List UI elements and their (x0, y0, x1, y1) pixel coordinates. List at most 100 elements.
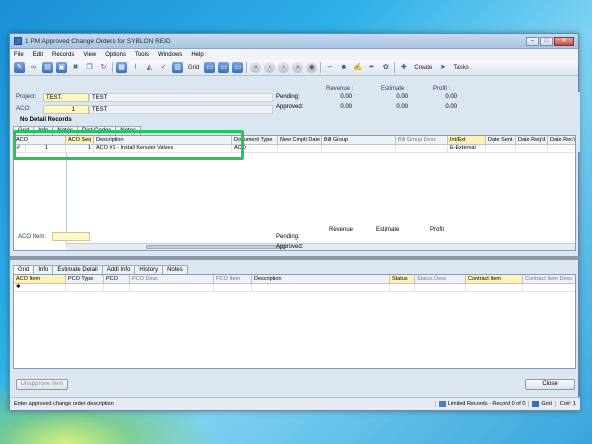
aco-item-input[interactable] (52, 232, 90, 241)
close-button[interactable]: Close (525, 379, 575, 390)
scroll-thumb[interactable] (146, 245, 286, 249)
refresh-icon[interactable]: ↻ (98, 62, 109, 73)
lookup-icon[interactable]: ◉ (306, 62, 318, 73)
new-row-marker[interactable]: ✱ (14, 284, 66, 292)
filter-icon[interactable]: ◭ (144, 62, 155, 73)
col-date-recd[interactable]: Date Rec'd (548, 136, 575, 145)
tasks-icon[interactable]: ➤ (437, 62, 448, 73)
close-window-button[interactable]: ✕ (554, 36, 574, 46)
col-bill-group[interactable]: Bill Group (322, 136, 396, 145)
create-menu[interactable]: Create (412, 65, 434, 71)
new-cell-pco-desc[interactable] (130, 284, 214, 292)
menu-help[interactable]: Help (191, 52, 203, 58)
tab-item-notes[interactable]: Notes (162, 265, 188, 274)
detail-revenue-header: Revenue (329, 227, 354, 233)
tab-addl-info[interactable]: Addl Info (101, 265, 136, 274)
cell-date-reqd[interactable] (516, 145, 548, 153)
cell-new-cmplt-date[interactable] (278, 145, 322, 153)
new-cell-pco-item[interactable] (214, 284, 252, 292)
chain-icon[interactable]: ∽ (324, 62, 335, 73)
sign-icon[interactable]: ✍ (352, 62, 363, 73)
cell-date-sent[interactable] (486, 145, 516, 153)
col-status[interactable]: Status (390, 275, 415, 284)
new-cell-description[interactable] (252, 284, 390, 292)
link-icon[interactable]: ∞ (28, 62, 39, 73)
cell-bill-group-desc[interactable] (396, 145, 448, 153)
tab-item-info[interactable]: Info (33, 265, 54, 274)
new-cell-status-desc[interactable] (415, 284, 466, 292)
col-contract-item[interactable]: Contract Item (466, 275, 523, 284)
attach-icon[interactable]: ⌇ (130, 62, 141, 73)
approved-estimate: 0.00 (396, 104, 408, 110)
layout-two-icon[interactable]: ▭ (218, 62, 230, 73)
cell-int-ext[interactable]: E-External (448, 145, 486, 153)
new-cell-pco-type[interactable] (66, 284, 104, 292)
create-icon[interactable]: ✚ (398, 62, 409, 73)
tasks-menu[interactable]: Tasks (451, 65, 470, 71)
copy-icon[interactable]: ❐ (84, 62, 95, 73)
menu-windows[interactable]: Windows (158, 52, 182, 58)
tab-estimate-detail[interactable]: Estimate Detail (52, 265, 103, 274)
col-bill-group-desc[interactable]: Bill Group Desc (396, 136, 448, 145)
users-icon[interactable]: ☻ (338, 62, 349, 73)
cell-bill-group[interactable] (322, 145, 396, 153)
settings-icon[interactable]: ✿ (380, 62, 391, 73)
layout-three-icon[interactable]: ▭ (232, 62, 244, 73)
cell-date-recd[interactable] (548, 145, 575, 153)
menu-records[interactable]: Records (52, 52, 74, 58)
new-cell-pco[interactable] (104, 284, 130, 292)
prev-record-icon[interactable]: ‹ (264, 62, 276, 73)
menu-file[interactable]: File (14, 52, 24, 58)
pen-icon[interactable]: ✒ (366, 62, 377, 73)
col-item-description[interactable]: Description (252, 275, 390, 284)
col-pco[interactable]: PCO (104, 275, 130, 284)
project-description: TEST (89, 93, 273, 102)
menu-options[interactable]: Options (105, 52, 126, 58)
new-cell-contract-item[interactable] (466, 284, 523, 292)
new-cell-status[interactable] (390, 284, 415, 292)
first-record-icon[interactable]: « (250, 62, 262, 73)
menu-view[interactable]: View (83, 52, 96, 58)
aco-description: TEST (89, 105, 273, 114)
delete-icon[interactable]: ✖ (70, 62, 81, 73)
aco-input[interactable]: 1 (43, 105, 89, 114)
edit-icon[interactable]: ✎ (14, 62, 25, 73)
col-date-sent[interactable]: Date Sent (486, 136, 516, 145)
pending-profit: 0.00 (445, 94, 457, 100)
maximize-button[interactable]: □ (540, 36, 553, 46)
col-new-cmplt-date[interactable]: New Cmplt Date (278, 136, 322, 145)
panel-splitter[interactable] (10, 256, 580, 260)
project-input[interactable]: TEST. (43, 93, 89, 102)
new-cell-contract-item-desc[interactable] (523, 284, 575, 292)
status-message: Enter approved change order description (14, 401, 114, 407)
col-pco-item[interactable]: PCO Item (214, 275, 252, 284)
title-bar: 1 PM Approved Change Orders for SYBLON R… (10, 34, 578, 49)
status-bar: Enter approved change order description … (10, 397, 580, 410)
col-status-desc[interactable]: Status Desc (415, 275, 466, 284)
spellcheck-icon[interactable]: ✓ (158, 62, 169, 73)
top-grid-scrollbar[interactable] (66, 243, 575, 250)
grid-icon[interactable]: ▥ (172, 62, 183, 73)
grid-dropdown[interactable]: Grid (186, 65, 201, 71)
pending-estimate: 0.00 (396, 94, 408, 100)
company-status: Co#: 1 (554, 401, 580, 407)
col-pco-type[interactable]: PCO Type (66, 275, 104, 284)
col-date-reqd[interactable]: Date Req'd (516, 136, 548, 145)
menu-edit[interactable]: Edit (33, 52, 43, 58)
layout-one-icon[interactable]: ▭ (204, 62, 216, 73)
last-record-icon[interactable]: » (292, 62, 304, 73)
save-icon[interactable]: ▣ (56, 62, 67, 73)
tab-item-grid[interactable]: Grid (13, 265, 35, 274)
tab-history[interactable]: History (134, 265, 164, 274)
calculator-icon[interactable]: ▦ (116, 62, 127, 73)
minimize-button[interactable]: – (526, 36, 539, 46)
col-contract-item-desc[interactable]: Contract Item Desc (523, 275, 575, 284)
col-int-ext[interactable]: Int/Ext (448, 136, 486, 145)
col-aco-item[interactable]: ACO Item (14, 275, 66, 284)
new-record-icon[interactable]: ▤ (42, 62, 53, 73)
col-pco-desc[interactable]: PCO Desc (130, 275, 214, 284)
next-record-icon[interactable]: › (278, 62, 290, 73)
menu-tools[interactable]: Tools (135, 52, 149, 58)
unapprove-item-button[interactable]: Unapprove Item (16, 379, 68, 390)
detail-pending-label: Pending: (276, 234, 300, 240)
